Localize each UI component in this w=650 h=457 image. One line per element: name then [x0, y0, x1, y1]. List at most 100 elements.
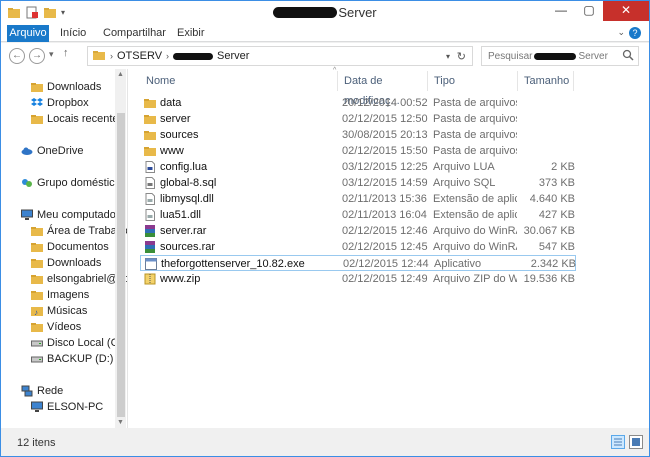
minimize-button[interactable]: — [547, 1, 575, 21]
computer-icon [21, 209, 33, 221]
column-header-date[interactable]: Data de modificaç... [338, 71, 428, 107]
large-icons-view-button[interactable] [629, 435, 643, 449]
nav-item[interactable]: ♪ Músicas [31, 303, 87, 319]
nav-item[interactable]: Documentos [31, 239, 109, 255]
nav-item[interactable]: Grupo doméstico [21, 175, 121, 191]
scroll-up-icon[interactable]: ▲ [117, 71, 124, 78]
file-name-cell[interactable]: data [144, 95, 324, 111]
nav-item[interactable]: Rede [21, 383, 63, 399]
folder-icon [144, 113, 156, 125]
tab-compartilhar[interactable]: Compartilhar [103, 25, 166, 42]
nav-item-label: Músicas [47, 305, 88, 317]
file-name-cell[interactable]: www [144, 143, 324, 159]
nav-item[interactable]: Vídeos [31, 319, 81, 335]
tab-inicio[interactable]: Início [60, 25, 86, 42]
dropbox-icon [31, 97, 43, 109]
file-row[interactable]: sources 30/08/2015 20:13 Pasta de arquivos [140, 127, 576, 143]
navpane-scrollbar[interactable]: ▲ ▼ [115, 69, 126, 428]
file-row[interactable]: www.zip 02/12/2015 12:49 Arquivo ZIP do Wi… [140, 271, 576, 287]
nav-item[interactable]: Locais recentes [31, 111, 124, 127]
file-type: Pasta de arquivos [433, 113, 517, 125]
breadcrumb-separator[interactable]: › [110, 51, 113, 61]
file-name: data [160, 97, 182, 109]
file-row[interactable]: data 20/12/2014 00:52 Pasta de arquivos [140, 95, 576, 111]
sql-file-icon [144, 177, 156, 189]
tab-exibir[interactable]: Exibir [177, 25, 205, 42]
file-name: server [160, 113, 191, 125]
folder-icon [144, 145, 156, 157]
column-header-type[interactable]: Tipo [428, 71, 518, 91]
title-bar: ▾ Server — ▢ ✕ [1, 1, 649, 25]
nav-item[interactable]: Área de Trabalho [31, 223, 127, 239]
close-button[interactable]: ✕ [603, 1, 649, 21]
file-name-cell[interactable]: www.zip [144, 271, 324, 287]
nav-item[interactable]: ELSON-PC [31, 399, 103, 415]
scroll-down-icon[interactable]: ▼ [117, 419, 124, 426]
videos-icon [31, 321, 43, 333]
file-row[interactable]: global-8.sql 03/12/2015 14:59 Arquivo SQL 3… [140, 175, 576, 191]
lua-file-icon [144, 161, 156, 173]
nav-item[interactable]: elsongabriel@ho [31, 271, 127, 287]
refresh-icon[interactable]: ↻ [457, 50, 466, 63]
search-icon[interactable] [622, 49, 634, 64]
zip-file-icon [144, 273, 156, 285]
file-row[interactable]: libmysql.dll 02/11/2013 15:36 Extensão de … [140, 191, 576, 207]
back-button[interactable]: ← [9, 48, 25, 64]
nav-item[interactable]: BACKUP (D:) [31, 351, 113, 367]
nav-item-label: Downloads [47, 257, 102, 269]
nav-item[interactable]: Meu computador [21, 207, 120, 223]
nav-item-label: Locais recentes [47, 113, 125, 125]
up-button[interactable]: ↑ [63, 47, 69, 59]
file-name: global-8.sql [160, 177, 217, 189]
nav-item[interactable]: Dropbox [31, 95, 89, 111]
nav-item[interactable]: Downloads [31, 79, 101, 95]
details-view-button[interactable] [611, 435, 625, 449]
file-name-cell[interactable]: theforgottenserver_10.82.exe [145, 256, 325, 272]
file-name: sources.rar [160, 241, 216, 253]
file-row[interactable]: server 02/12/2015 12:50 Pasta de arquivos [140, 111, 576, 127]
forward-button[interactable]: → [29, 48, 45, 64]
file-name-cell[interactable]: server.rar [144, 223, 324, 239]
file-date: 02/11/2013 16:04 [342, 209, 427, 221]
file-name-cell[interactable]: server [144, 111, 324, 127]
breadcrumb-separator[interactable]: › [166, 51, 169, 61]
downloads-icon [31, 257, 43, 269]
file-name-cell[interactable]: libmysql.dll [144, 191, 324, 207]
column-header-size[interactable]: Tamanho [518, 71, 574, 91]
breadcrumb-otserv[interactable]: OTSERV [117, 50, 162, 62]
expand-ribbon-icon[interactable]: ⌄ [617, 27, 625, 38]
nav-item[interactable]: Downloads [31, 255, 101, 271]
recent-locations-icon[interactable]: ▾ [49, 49, 54, 60]
file-row[interactable]: theforgottenserver_10.82.exe 02/12/2015 1… [140, 255, 576, 271]
maximize-button[interactable]: ▢ [575, 1, 603, 21]
file-name-cell[interactable]: config.lua [144, 159, 324, 175]
file-name-cell[interactable]: sources [144, 127, 324, 143]
tab-arquivo[interactable]: Arquivo [7, 25, 49, 42]
file-date: 03/12/2015 14:59 [342, 177, 428, 189]
file-row[interactable]: server.rar 02/12/2015 12:46 Arquivo do Win… [140, 223, 576, 239]
file-name-cell[interactable]: sources.rar [144, 239, 324, 255]
nav-item[interactable]: OneDrive [21, 143, 83, 159]
column-header-name[interactable]: Nome [140, 71, 338, 91]
address-dropdown-icon[interactable]: ▾ [446, 52, 450, 61]
file-name-cell[interactable]: global-8.sql [144, 175, 324, 191]
dll-file-icon [144, 209, 156, 221]
file-name-cell[interactable]: lua51.dll [144, 207, 324, 223]
file-name: theforgottenserver_10.82.exe [161, 258, 305, 270]
user-folder-icon [31, 273, 43, 285]
status-bar: 12 itens [1, 428, 649, 456]
file-row[interactable]: lua51.dll 02/11/2013 16:04 Extensão de apl… [140, 207, 576, 223]
nav-item-label: BACKUP (D:) [47, 353, 114, 365]
downloads-icon [31, 81, 43, 93]
file-row[interactable]: config.lua 03/12/2015 12:25 Arquivo LUA 2 K… [140, 159, 576, 175]
file-row[interactable]: www 02/12/2015 15:50 Pasta de arquivos [140, 143, 576, 159]
search-input[interactable]: Pesquisar Server [481, 46, 639, 66]
scrollbar-thumb[interactable] [117, 113, 125, 417]
breadcrumb-server[interactable]: Server [217, 50, 249, 62]
rar-file-icon [144, 225, 156, 237]
address-bar[interactable]: › OTSERV › Server ▾ ↻ [87, 46, 473, 66]
file-row[interactable]: sources.rar 02/12/2015 12:45 Arquivo do Wi… [140, 239, 576, 255]
help-icon[interactable]: ? [629, 27, 641, 39]
nav-item[interactable]: Disco Local (C:) [31, 335, 125, 351]
nav-item[interactable]: Imagens [31, 287, 89, 303]
